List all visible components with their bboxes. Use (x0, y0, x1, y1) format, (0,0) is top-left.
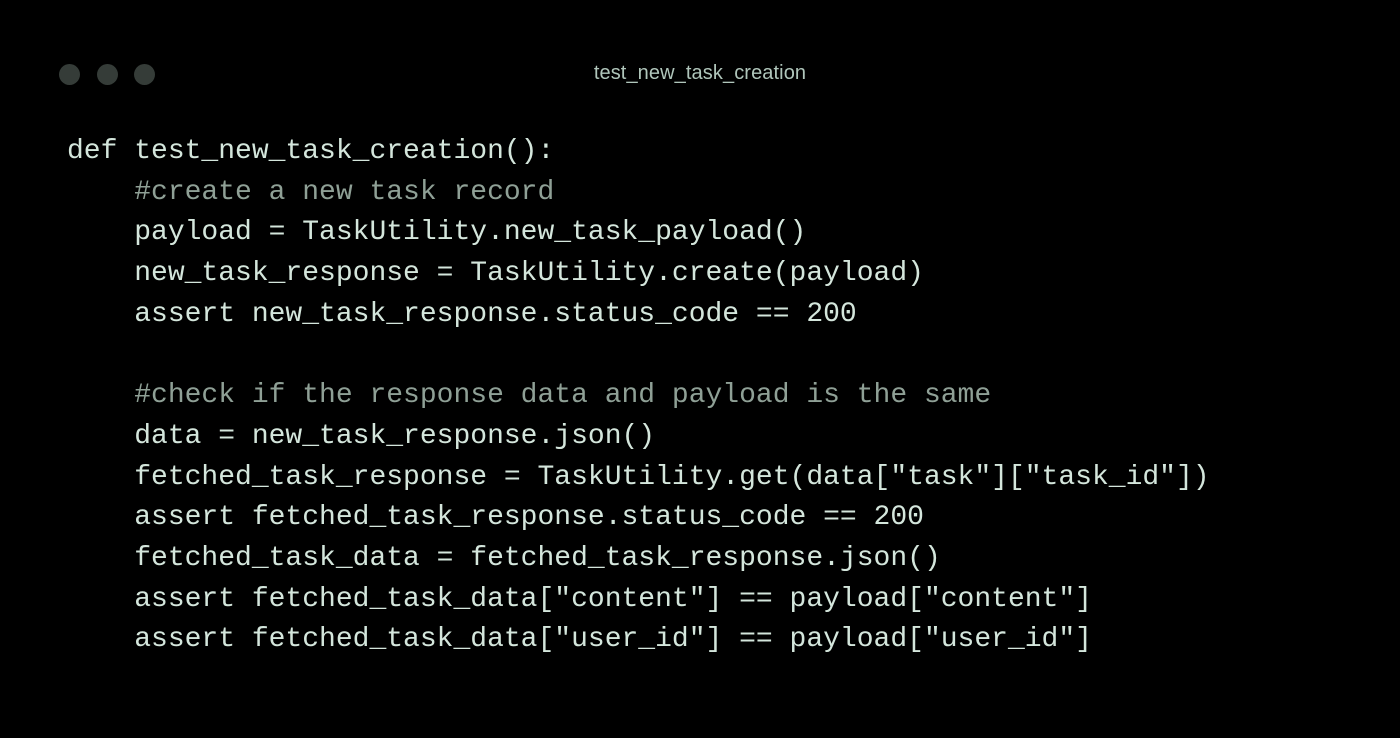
window-title: test_new_task_creation (593, 62, 807, 84)
code-window: test_new_task_creation def test_new_task… (0, 0, 1400, 738)
code-line: data = new_task_response.json() (67, 420, 656, 452)
code-line: assert new_task_response.status_code == … (67, 298, 857, 330)
code-line: assert fetched_task_response.status_code… (67, 502, 924, 534)
code-line: assert fetched_task_data["content"] == p… (67, 583, 1092, 615)
code-comment-line: #check if the response data and payload … (67, 380, 992, 412)
code-line: fetched_task_response = TaskUtility.get(… (67, 461, 1210, 493)
code-line: payload = TaskUtility.new_task_payload() (67, 217, 807, 249)
code-line: new_task_response = TaskUtility.create(p… (67, 258, 924, 290)
code-line: fetched_task_data = fetched_task_respons… (67, 542, 941, 574)
code-line: assert fetched_task_data["user_id"] == p… (67, 624, 1092, 656)
window-titlebar: test_new_task_creation (0, 0, 1400, 150)
code-line: def test_new_task_creation(): (67, 136, 555, 167)
code-block: def test_new_task_creation(): #create a … (67, 132, 1210, 661)
code-comment-line: #create a new task record (67, 176, 555, 208)
